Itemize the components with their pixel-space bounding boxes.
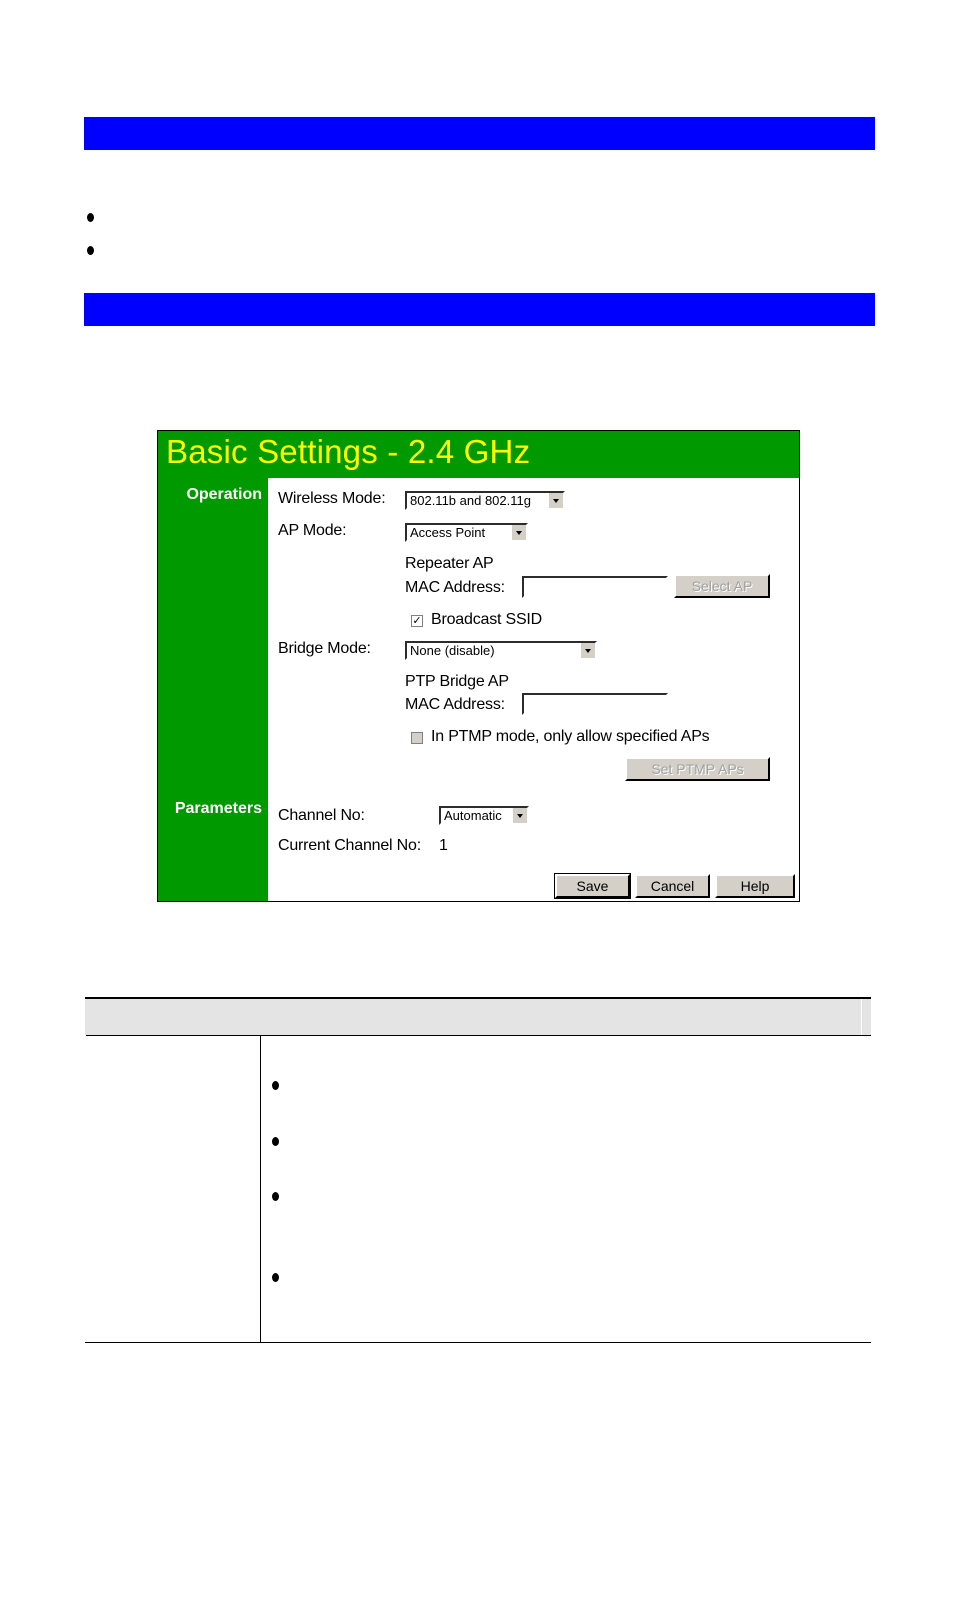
broadcast-ssid-label: Broadcast SSID (431, 611, 543, 628)
cancel-button[interactable]: Cancel (635, 874, 710, 898)
repeater-mac-input[interactable] (522, 576, 668, 598)
wireless-mode-value: 802.11b and 802.11g (410, 493, 531, 508)
table-header (85, 999, 861, 1035)
bullet-icon (272, 1273, 279, 1282)
table-bottom-border (85, 1342, 871, 1343)
panel-title: Basic Settings - 2.4 GHz (166, 433, 531, 470)
current-channel-label: Current Channel No: (278, 837, 421, 854)
chevron-down-icon[interactable] (548, 493, 563, 508)
channel-no-value: Automatic (444, 808, 502, 823)
repeater-mac-label: MAC Address: (405, 579, 505, 596)
bullet-icon (272, 1137, 279, 1146)
select-ap-button[interactable]: Select AP (674, 574, 770, 598)
chevron-down-icon[interactable] (512, 808, 527, 823)
bullet-icon (272, 1192, 279, 1201)
panel-body: Wireless Mode: 802.11b and 802.11g AP Mo… (268, 478, 799, 901)
bridge-mode-select[interactable]: None (disable) (405, 641, 597, 660)
section-heading-bar (84, 293, 875, 326)
ap-mode-value: Access Point (410, 525, 486, 540)
section-heading-bar (84, 117, 875, 150)
section-label-operation: Operation (186, 486, 262, 503)
channel-no-select[interactable]: Automatic (439, 806, 529, 825)
chevron-down-icon[interactable] (580, 643, 595, 658)
repeater-ap-label: Repeater AP (405, 555, 494, 572)
basic-settings-panel: Basic Settings - 2.4 GHz Operation Param… (157, 430, 800, 902)
wireless-mode-select[interactable]: 802.11b and 802.11g (405, 491, 565, 510)
wireless-mode-label: Wireless Mode: (278, 490, 386, 507)
broadcast-ssid-checkbox[interactable]: ✓ (411, 615, 423, 627)
ptmp-only-checkbox[interactable] (411, 732, 423, 744)
section-label-parameters: Parameters (174, 800, 262, 817)
ap-mode-label: AP Mode: (278, 522, 347, 539)
ptmp-only-label: In PTMP mode, only allow specified APs (431, 728, 710, 745)
table-column-divider (260, 1036, 261, 1342)
bridge-mode-label: Bridge Mode: (278, 640, 371, 657)
bullet-icon (272, 1081, 279, 1090)
bullet-icon (87, 213, 94, 222)
ap-mode-select[interactable]: Access Point (405, 523, 528, 542)
bridge-mode-value: None (disable) (410, 643, 495, 658)
set-ptmp-aps-button[interactable]: Set PTMP APs (625, 757, 770, 781)
chevron-down-icon[interactable] (511, 525, 526, 540)
save-button[interactable]: Save (554, 873, 631, 899)
checkmark-icon: ✓ (412, 615, 422, 627)
help-button[interactable]: Help (715, 874, 795, 898)
table-header-divider (86, 1035, 871, 1036)
channel-no-label: Channel No: (278, 807, 365, 824)
bullet-icon (87, 246, 94, 255)
ptp-mac-input[interactable] (522, 693, 668, 715)
ptp-bridge-ap-label: PTP Bridge AP (405, 673, 509, 690)
table-header-end (862, 999, 871, 1035)
ptp-mac-label: MAC Address: (405, 696, 505, 713)
current-channel-value: 1 (439, 837, 448, 854)
